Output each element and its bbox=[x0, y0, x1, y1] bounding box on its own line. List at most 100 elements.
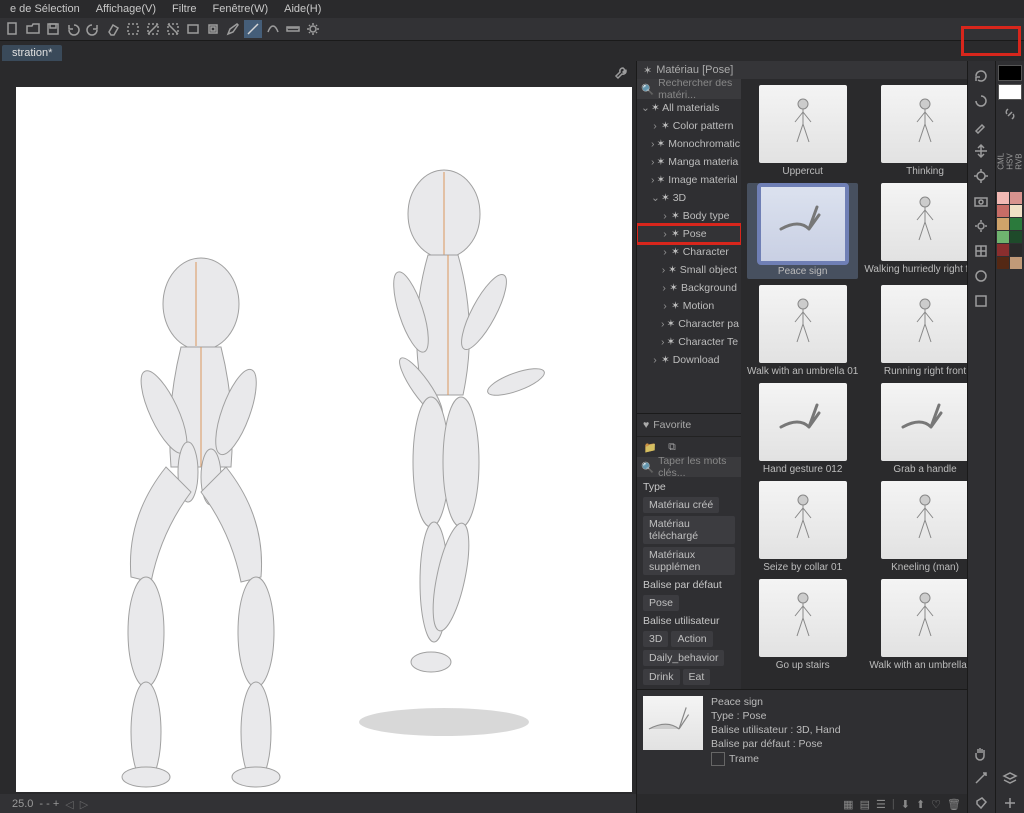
swatch[interactable] bbox=[997, 192, 1009, 204]
tag-matériaux supplémen[interactable]: Matériaux supplémen bbox=[643, 547, 735, 575]
document-tab[interactable]: stration* bbox=[2, 45, 62, 61]
tree-item-all-materials[interactable]: ⌄✶ All materials bbox=[637, 99, 741, 117]
pose-thumb-kneeling-man-[interactable]: Kneeling (man) bbox=[864, 481, 967, 573]
tree-item-pose[interactable]: ›✶ Pose bbox=[637, 225, 741, 243]
tree-item-character-pa[interactable]: ›✶ Character pa bbox=[637, 315, 741, 333]
chain-icon[interactable] bbox=[999, 103, 1021, 125]
locate-icon[interactable] bbox=[970, 165, 992, 187]
tree-item-image-material[interactable]: ›✶ Image material bbox=[637, 171, 741, 189]
pen-icon[interactable] bbox=[224, 20, 242, 38]
erase-icon[interactable] bbox=[104, 20, 122, 38]
grid-icon[interactable] bbox=[970, 240, 992, 262]
hand-icon[interactable] bbox=[970, 742, 992, 764]
wrench-icon[interactable] bbox=[612, 64, 630, 82]
swatch[interactable] bbox=[1010, 218, 1022, 230]
swatch[interactable] bbox=[997, 257, 1009, 269]
tree-item-download[interactable]: ›✶ Download bbox=[637, 351, 741, 369]
material-search[interactable]: 🔍 Rechercher des matéri... bbox=[637, 79, 741, 99]
pose-thumb-seize-by-collar-01[interactable]: Seize by collar 01 bbox=[747, 481, 858, 573]
copy-icon[interactable]: ⧉ bbox=[663, 438, 681, 456]
move-icon[interactable] bbox=[970, 140, 992, 162]
fg-color-swatch[interactable] bbox=[998, 65, 1022, 81]
deselect-icon[interactable] bbox=[144, 20, 162, 38]
select-all-icon[interactable] bbox=[124, 20, 142, 38]
heart-icon[interactable]: ♡ bbox=[931, 798, 941, 811]
grid-small-icon[interactable]: ▤ bbox=[860, 798, 870, 811]
rect-icon[interactable] bbox=[184, 20, 202, 38]
picker-icon[interactable] bbox=[970, 115, 992, 137]
tag-matériau créé[interactable]: Matériau créé bbox=[643, 497, 719, 513]
new-file-icon[interactable] bbox=[4, 20, 22, 38]
export-icon[interactable]: ⬆ bbox=[916, 798, 925, 811]
menu-help[interactable]: Aide(H) bbox=[278, 3, 327, 15]
camera-icon[interactable] bbox=[970, 190, 992, 212]
pose-thumb-peace-sign[interactable]: Peace sign bbox=[747, 183, 858, 279]
material-icon[interactable] bbox=[970, 265, 992, 287]
knife-icon[interactable] bbox=[970, 767, 992, 789]
menu-view[interactable]: Affichage(V) bbox=[90, 3, 162, 15]
pose-thumb-thinking[interactable]: Thinking bbox=[864, 85, 967, 177]
pose-thumb-hand-gesture-012[interactable]: Hand gesture 012 bbox=[747, 383, 858, 475]
ruler-icon[interactable] bbox=[284, 20, 302, 38]
redo-icon[interactable] bbox=[84, 20, 102, 38]
shrink-icon[interactable] bbox=[204, 20, 222, 38]
folder-icon[interactable]: 📁 bbox=[641, 438, 659, 456]
save-icon[interactable] bbox=[44, 20, 62, 38]
tree-item-character-te[interactable]: ›✶ Character Te bbox=[637, 333, 741, 351]
swatch[interactable] bbox=[1010, 231, 1022, 243]
tree-item-motion[interactable]: ›✶ Motion bbox=[637, 297, 741, 315]
pose-thumb-go-up-stairs[interactable]: Go up stairs bbox=[747, 579, 858, 671]
tag-pose[interactable]: Pose bbox=[643, 595, 679, 611]
swatch[interactable] bbox=[1010, 244, 1022, 256]
zoom-stepper[interactable]: - - + bbox=[39, 798, 59, 810]
tree-item-small-object[interactable]: ›✶ Small object bbox=[637, 261, 741, 279]
tag-matériau téléchargé[interactable]: Matériau téléchargé bbox=[643, 516, 735, 544]
tree-item-background[interactable]: ›✶ Background bbox=[637, 279, 741, 297]
list-icon[interactable]: ☰ bbox=[876, 798, 886, 811]
menu-filter[interactable]: Filtre bbox=[166, 3, 202, 15]
refresh-icon[interactable] bbox=[970, 65, 992, 87]
plus-icon[interactable] bbox=[999, 792, 1021, 813]
undo-icon[interactable] bbox=[64, 20, 82, 38]
swatch[interactable] bbox=[1010, 205, 1022, 217]
rotate-icon[interactable] bbox=[970, 90, 992, 112]
light-icon[interactable] bbox=[970, 215, 992, 237]
favorite-row[interactable]: ♥ Favorite bbox=[637, 413, 741, 436]
swatch[interactable] bbox=[1010, 257, 1022, 269]
open-icon[interactable] bbox=[24, 20, 42, 38]
tree-item-body-type[interactable]: ›✶ Body type bbox=[637, 207, 741, 225]
tag-eat[interactable]: Eat bbox=[683, 669, 711, 685]
trash-icon[interactable]: 🗑 bbox=[947, 798, 961, 811]
tree-item-monochromatic[interactable]: ›✶ Monochromatic bbox=[637, 135, 741, 153]
canvas[interactable] bbox=[16, 87, 632, 792]
swatch[interactable] bbox=[997, 218, 1009, 230]
3d-figure-female[interactable] bbox=[336, 162, 566, 772]
pose-thumb-uppercut[interactable]: Uppercut bbox=[747, 85, 858, 177]
pose-thumb-running-right-front[interactable]: Running right front bbox=[864, 285, 967, 377]
tag-action[interactable]: Action bbox=[671, 631, 712, 647]
tag-3d[interactable]: 3D bbox=[643, 631, 668, 647]
pose-thumb-walking-hurriedly-right-front[interactable]: Walking hurriedly right front bbox=[864, 183, 967, 279]
pose-thumb-walk-with-an-umbrella-03[interactable]: Walk with an umbrella 03 bbox=[864, 579, 967, 671]
line-icon[interactable] bbox=[244, 20, 262, 38]
swatch[interactable] bbox=[997, 231, 1009, 243]
bucket-icon[interactable] bbox=[970, 792, 992, 813]
tag-daily_behavior[interactable]: Daily_behavior bbox=[643, 650, 724, 666]
layers-icon[interactable] bbox=[999, 767, 1021, 789]
texture-icon[interactable] bbox=[970, 290, 992, 312]
tree-item-character[interactable]: ›✶ Character bbox=[637, 243, 741, 261]
swatch[interactable] bbox=[1010, 192, 1022, 204]
tree-item-color-pattern[interactable]: ›✶ Color pattern bbox=[637, 117, 741, 135]
tag-drink[interactable]: Drink bbox=[643, 669, 680, 685]
swatch[interactable] bbox=[997, 205, 1009, 217]
menu-selection[interactable]: e de Sélection bbox=[4, 3, 86, 15]
keyword-search[interactable]: 🔍 Taper les mots clés... bbox=[637, 457, 741, 477]
gear-icon[interactable] bbox=[304, 20, 322, 38]
pose-thumb-grab-a-handle[interactable]: Grab a handle bbox=[864, 383, 967, 475]
tree-item-3d[interactable]: ⌄✶ 3D bbox=[637, 189, 741, 207]
3d-figure-male[interactable] bbox=[96, 252, 306, 792]
curve-icon[interactable] bbox=[264, 20, 282, 38]
grid-large-icon[interactable]: ▦ bbox=[843, 798, 853, 811]
menu-window[interactable]: Fenêtre(W) bbox=[207, 3, 275, 15]
tree-item-manga-materia[interactable]: ›✶ Manga materia bbox=[637, 153, 741, 171]
